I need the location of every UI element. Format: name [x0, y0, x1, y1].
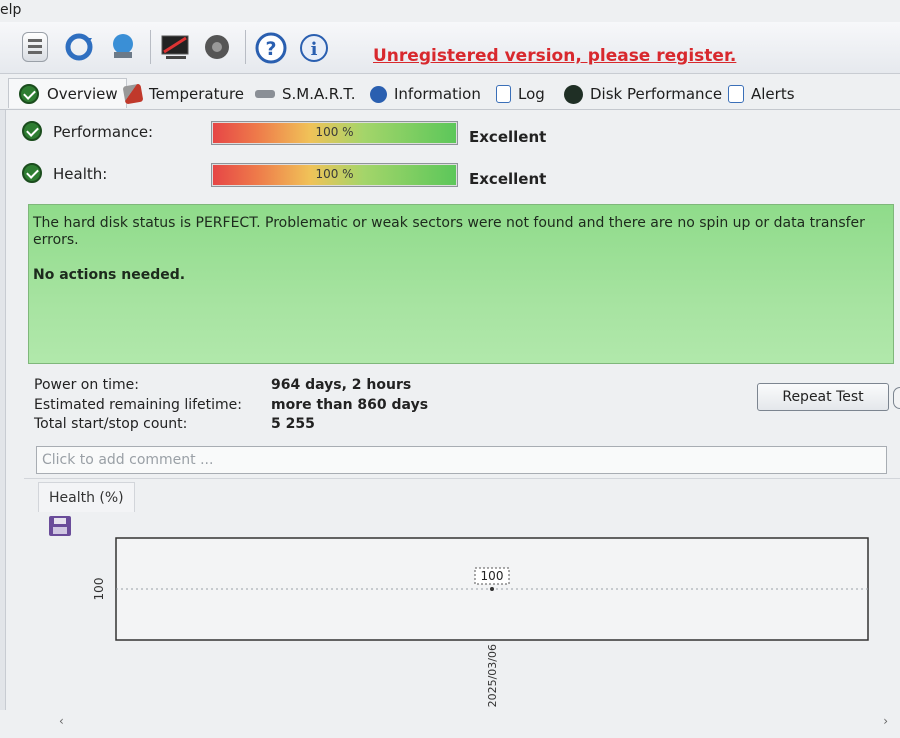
help-icon[interactable]: ?: [255, 32, 287, 64]
info-icon: [370, 85, 387, 103]
stat-value: more than 860 days: [271, 397, 429, 413]
performance-percent: 100 %: [315, 125, 354, 139]
tab-label: Log: [518, 85, 545, 103]
status-message: The hard disk status is PERFECT. Problem…: [33, 215, 865, 248]
alerts-icon: [728, 85, 744, 103]
side-expand-button[interactable]: [893, 387, 900, 409]
stat-label: Estimated remaining lifetime:: [34, 397, 242, 413]
svg-text:?: ?: [265, 38, 276, 60]
health-check-icon: [22, 163, 42, 183]
tab-label: Disk Performance: [590, 85, 723, 103]
info-icon[interactable]: i: [298, 32, 328, 62]
chart-tab-health[interactable]: Health (%): [38, 482, 135, 512]
stat-value: 964 days, 2 hours: [271, 377, 412, 393]
status-action: No actions needed.: [33, 267, 186, 283]
comment-input[interactable]: [36, 446, 887, 474]
refresh-icon[interactable]: [64, 32, 94, 62]
stat-label: Total start/stop count:: [34, 416, 188, 432]
horizontal-scrollbar[interactable]: ‹ ›: [55, 714, 900, 730]
smart-icon: [255, 90, 275, 98]
performance-check-icon: [22, 121, 42, 141]
tab-overview[interactable]: Overview: [8, 78, 127, 108]
tab-disk-performance[interactable]: Disk Performance: [564, 80, 722, 108]
stat-value: 5 255: [271, 416, 315, 432]
tab-information[interactable]: Information: [370, 80, 481, 108]
health-bar: 100 %: [211, 163, 458, 187]
tab-label: Alerts: [751, 85, 795, 103]
check-icon: [19, 83, 39, 104]
health-percent: 100 %: [315, 167, 354, 181]
svg-text:i: i: [311, 39, 318, 60]
scroll-right-icon[interactable]: ›: [883, 714, 888, 728]
performance-label: Performance:: [53, 123, 154, 141]
log-icon: [496, 85, 511, 103]
register-link[interactable]: Unregistered version, please register.: [373, 46, 736, 66]
report-icon[interactable]: [22, 32, 48, 62]
status-panel: The hard disk status is PERFECT. Problem…: [28, 204, 894, 364]
stat-label: Power on time:: [34, 377, 140, 393]
repeat-test-button[interactable]: Repeat Test: [757, 383, 889, 411]
tab-temperature[interactable]: Temperature: [122, 80, 245, 108]
tab-label: Temperature: [149, 85, 245, 103]
tab-bar: Overview Temperature S.M.A.R.T. Informat…: [0, 76, 900, 110]
screenshot-icon[interactable]: [160, 32, 190, 62]
tab-log[interactable]: Log: [496, 80, 545, 108]
performance-bar: 100 %: [211, 121, 458, 145]
toolbar: ? i Unregistered version, please registe…: [0, 22, 900, 74]
speaker-icon[interactable]: [202, 32, 232, 62]
tab-smart[interactable]: S.M.A.R.T.: [255, 80, 356, 108]
tab-alerts[interactable]: Alerts: [728, 80, 795, 108]
save-icon[interactable]: [49, 516, 71, 536]
thermometer-icon: [122, 83, 144, 105]
health-label: Health:: [53, 165, 108, 183]
scroll-left-icon[interactable]: ‹: [59, 714, 64, 728]
left-panel-edge: [0, 110, 6, 710]
tab-label: S.M.A.R.T.: [282, 85, 356, 103]
help-menu[interactable]: elp: [0, 2, 21, 18]
tab-label: Information: [394, 85, 481, 103]
chart-panel: [24, 478, 900, 728]
network-icon[interactable]: [106, 32, 136, 62]
health-rating: Excellent: [469, 170, 547, 188]
disk-icon: [564, 84, 583, 104]
performance-rating: Excellent: [469, 128, 547, 146]
tab-label: Overview: [47, 84, 118, 103]
